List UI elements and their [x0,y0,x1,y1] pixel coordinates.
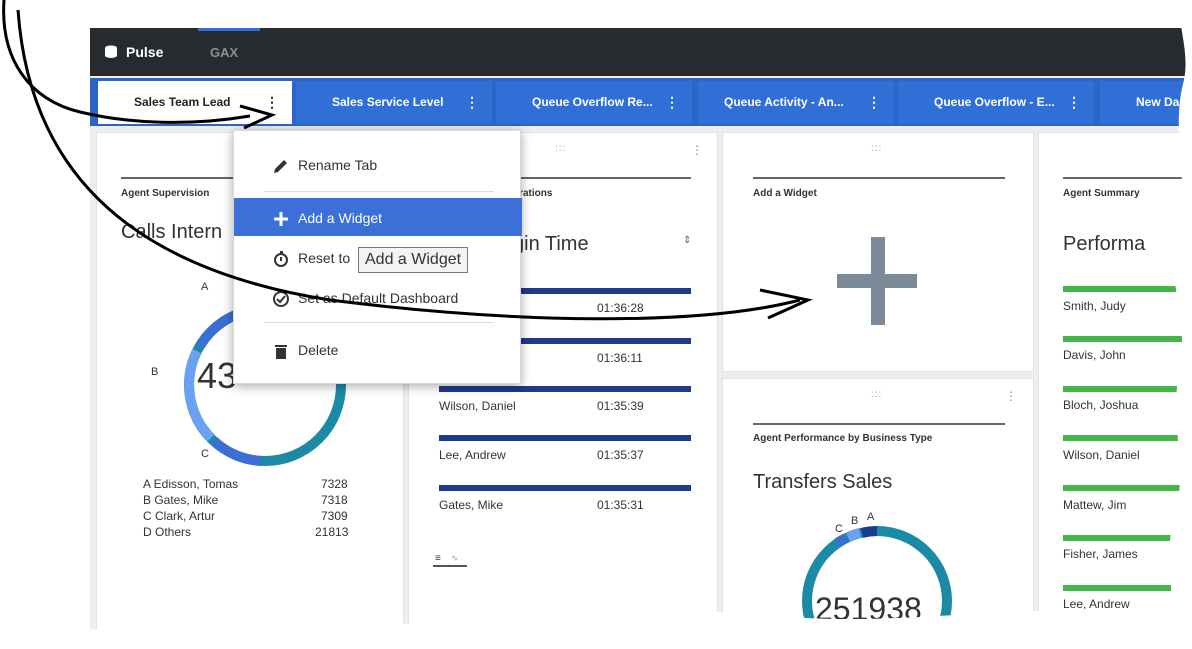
annotation-arrow-to-tab-menu [2,0,251,124]
torn-bottom-edge [0,608,1192,649]
torn-right-edge [1168,0,1192,649]
annotation-arrow-to-add-widget [16,9,801,321]
screenshot-overlay [0,0,1192,649]
